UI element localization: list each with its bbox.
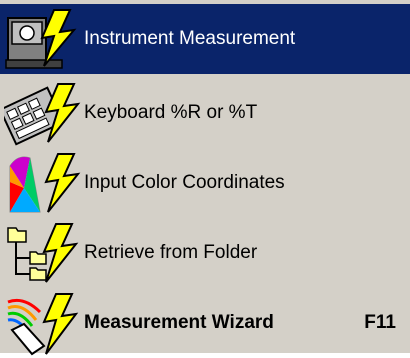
menu-item-instrument-measurement[interactable]: Instrument Measurement [0,4,410,74]
shortcut-key: F11 [364,312,396,333]
wizard-icon [7,293,79,356]
menu-item-label: Input Color Coordinates [84,172,285,193]
menu-item-input-color-coordinates[interactable]: Input Color Coordinates [0,148,410,218]
menu-item-measurement-wizard[interactable]: Measurement Wizard F11 [0,288,410,358]
color-coordinates-icon [9,153,81,213]
menu-item-label: Measurement Wizard [84,312,274,333]
menu-item-keyboard[interactable]: Keyboard %R or %T [0,78,410,148]
menu-item-label: Retrieve from Folder [84,242,258,263]
context-menu: Instrument Measurement Keyboard %R or %T [0,0,410,356]
instrument-icon [5,9,77,69]
menu-item-label: Instrument Measurement [84,28,296,49]
menu-item-label: Keyboard %R or %T [84,102,258,123]
folder-tree-icon [7,223,79,283]
keyboard-icon [4,83,81,146]
menu-item-retrieve-from-folder[interactable]: Retrieve from Folder [0,218,410,288]
